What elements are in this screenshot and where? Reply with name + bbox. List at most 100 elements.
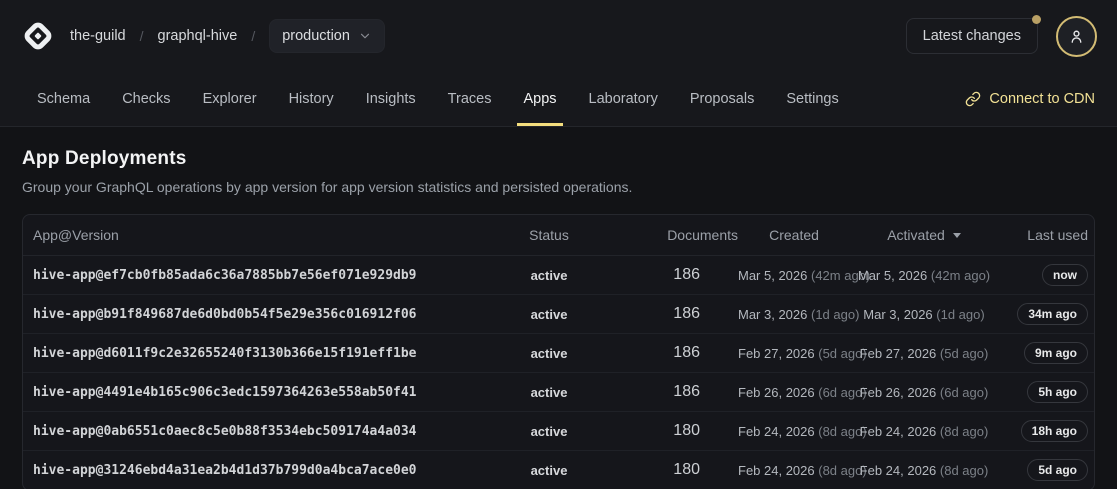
page-title: App Deployments (22, 148, 1095, 170)
table-row[interactable]: hive-app@4491e4b165c906c3edc1597364263e5… (23, 373, 1094, 412)
cell-activated: Feb 26, 2026 (6d ago) (850, 385, 998, 400)
column-header-documents[interactable]: Documents (597, 227, 738, 243)
cell-created: Feb 24, 2026 (8d ago) (738, 463, 850, 478)
last-used-badge: 5d ago (1027, 459, 1088, 481)
tab-apps[interactable]: Apps (517, 72, 562, 126)
tab-explorer[interactable]: Explorer (197, 72, 263, 126)
column-header-app-version[interactable]: App@Version (31, 227, 501, 243)
tab-schema[interactable]: Schema (31, 72, 96, 126)
tab-list: Schema Checks Explorer History Insights Trace… (31, 72, 845, 126)
cell-last-used: 34m ago (998, 303, 1088, 325)
target-selector[interactable]: production (269, 19, 385, 53)
cell-status: active (501, 346, 597, 361)
last-used-badge: 9m ago (1024, 342, 1088, 364)
cell-documents: 186 (597, 305, 738, 323)
activated-date: Feb 24, 2026 (860, 463, 937, 478)
created-date: Feb 27, 2026 (738, 346, 815, 361)
main-content: App Deployments Group your GraphQL opera… (0, 127, 1117, 489)
latest-changes-button[interactable]: Latest changes (906, 18, 1038, 54)
target-nav: Schema Checks Explorer History Insights Trace… (0, 72, 1117, 127)
tab-proposals[interactable]: Proposals (684, 72, 760, 126)
connect-to-cdn-label: Connect to CDN (989, 91, 1095, 107)
column-header-created[interactable]: Created (738, 227, 850, 243)
page-subtitle: Group your GraphQL operations by app ver… (22, 179, 1095, 195)
latest-changes-label: Latest changes (923, 28, 1021, 44)
created-date: Feb 24, 2026 (738, 424, 815, 439)
cell-app-version: hive-app@ef7cb0fb85ada6c36a7885bb7e56ef0… (31, 268, 501, 283)
connect-to-cdn-button[interactable]: Connect to CDN (965, 72, 1095, 126)
top-bar: the-guild / graphql-hive / production La… (0, 0, 1117, 72)
table-row[interactable]: hive-app@d6011f9c2e32655240f3130b366e15f… (23, 334, 1094, 373)
breadcrumb-project[interactable]: graphql-hive (158, 28, 238, 44)
cell-documents: 180 (597, 422, 738, 440)
tab-traces[interactable]: Traces (442, 72, 498, 126)
column-header-last-used[interactable]: Last used (998, 227, 1088, 243)
cell-created: Feb 24, 2026 (8d ago) (738, 424, 850, 439)
table-row[interactable]: hive-app@b91f849687de6d0bd0b54f5e29e356c… (23, 295, 1094, 334)
tab-history[interactable]: History (283, 72, 340, 126)
activated-date: Mar 3, 2026 (863, 307, 932, 322)
topbar-right: Latest changes (906, 16, 1097, 57)
cell-documents: 186 (597, 344, 738, 362)
cell-status: active (501, 385, 597, 400)
cell-app-version: hive-app@d6011f9c2e32655240f3130b366e15f… (31, 346, 501, 361)
activated-date: Feb 24, 2026 (860, 424, 937, 439)
tab-laboratory[interactable]: Laboratory (583, 72, 664, 126)
user-avatar[interactable] (1056, 16, 1097, 57)
activated-ago: (1d ago) (936, 307, 984, 322)
created-date: Mar 5, 2026 (738, 268, 807, 283)
activated-ago: (5d ago) (940, 346, 988, 361)
table-row[interactable]: hive-app@ef7cb0fb85ada6c36a7885bb7e56ef0… (23, 256, 1094, 295)
last-used-badge: 34m ago (1017, 303, 1088, 325)
sort-desc-icon (953, 233, 961, 238)
breadcrumb: the-guild / graphql-hive / production (70, 19, 385, 53)
cell-app-version: hive-app@0ab6551c0aec8c5e0b88f3534ebc509… (31, 424, 501, 439)
activated-ago: (8d ago) (940, 463, 988, 478)
table-header-row: App@Version Status Documents Created Act… (23, 215, 1094, 256)
created-date: Feb 24, 2026 (738, 463, 815, 478)
cell-activated: Mar 5, 2026 (42m ago) (850, 268, 998, 283)
cell-created: Mar 5, 2026 (42m ago) (738, 268, 850, 283)
column-header-activated-label: Activated (887, 227, 945, 243)
tab-insights[interactable]: Insights (360, 72, 422, 126)
cell-last-used: 18h ago (998, 420, 1088, 442)
cell-created: Mar 3, 2026 (1d ago) (738, 307, 850, 322)
hive-logo-icon[interactable] (20, 18, 56, 54)
cell-status: active (501, 424, 597, 439)
cell-status: active (501, 307, 597, 322)
last-used-badge: now (1042, 264, 1088, 286)
cell-app-version: hive-app@31246ebd4a31ea2b4d1d37b799d0a4b… (31, 463, 501, 478)
notification-dot (1032, 15, 1041, 24)
created-date: Feb 26, 2026 (738, 385, 815, 400)
cell-last-used: 5d ago (998, 459, 1088, 481)
tab-checks[interactable]: Checks (116, 72, 176, 126)
table-row[interactable]: hive-app@0ab6551c0aec8c5e0b88f3534ebc509… (23, 412, 1094, 451)
activated-date: Feb 27, 2026 (860, 346, 937, 361)
column-header-activated[interactable]: Activated (850, 227, 998, 243)
cell-status: active (501, 463, 597, 478)
cell-documents: 186 (597, 383, 738, 401)
cell-created: Feb 27, 2026 (5d ago) (738, 346, 850, 361)
cell-activated: Feb 27, 2026 (5d ago) (850, 346, 998, 361)
cell-app-version: hive-app@b91f849687de6d0bd0b54f5e29e356c… (31, 307, 501, 322)
last-used-badge: 18h ago (1021, 420, 1088, 442)
app-deployments-table: App@Version Status Documents Created Act… (22, 214, 1095, 489)
breadcrumb-separator: / (251, 28, 255, 44)
activated-ago: (6d ago) (940, 385, 988, 400)
cell-activated: Feb 24, 2026 (8d ago) (850, 463, 998, 478)
activated-ago: (8d ago) (940, 424, 988, 439)
breadcrumb-org[interactable]: the-guild (70, 28, 126, 44)
table-body: hive-app@ef7cb0fb85ada6c36a7885bb7e56ef0… (23, 256, 1094, 489)
column-header-status[interactable]: Status (501, 227, 597, 243)
cell-status: active (501, 268, 597, 283)
person-icon (1068, 28, 1085, 45)
tab-settings[interactable]: Settings (780, 72, 844, 126)
cell-documents: 180 (597, 461, 738, 479)
chevron-down-icon (358, 29, 372, 43)
cell-last-used: 5h ago (998, 381, 1088, 403)
table-row[interactable]: hive-app@31246ebd4a31ea2b4d1d37b799d0a4b… (23, 451, 1094, 489)
activated-date: Feb 26, 2026 (860, 385, 937, 400)
target-selector-label: production (282, 28, 350, 44)
link-icon (965, 91, 981, 107)
cell-last-used: 9m ago (998, 342, 1088, 364)
